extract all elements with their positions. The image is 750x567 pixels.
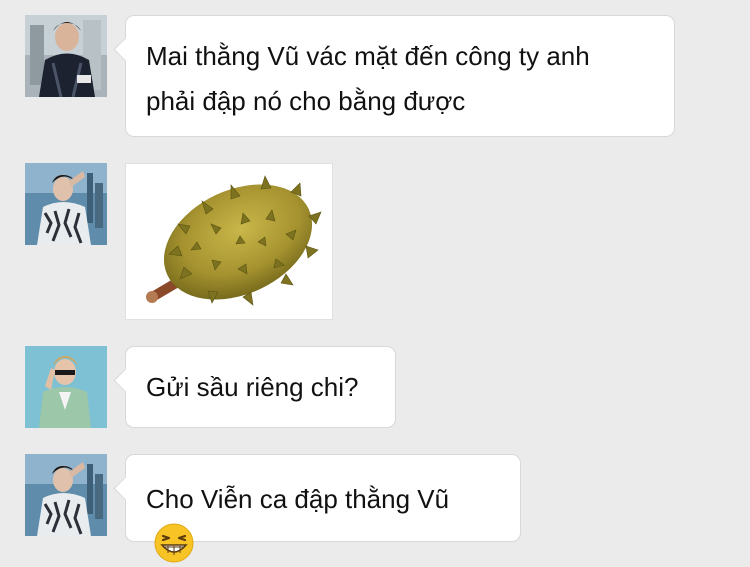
avatar[interactable]: [25, 346, 107, 428]
message-text: Gửi sầu riêng chi?: [146, 372, 359, 402]
avatar[interactable]: [25, 15, 107, 97]
avatar[interactable]: [25, 454, 107, 536]
message-row: Gửi sầu riêng chi?: [25, 346, 750, 428]
message-row: Mai thằng Vũ vác mặt đến công ty anh phả…: [25, 15, 750, 137]
grinning-squinting-emoji: [154, 523, 194, 563]
message-row: [25, 163, 750, 320]
message-bubble[interactable]: Cho Viễn ca đập thằng Vũ: [125, 454, 521, 563]
durian-image: [146, 175, 322, 306]
avatar[interactable]: [25, 163, 107, 245]
message-row: Cho Viễn ca đập thằng Vũ: [25, 454, 750, 563]
message-text: Mai thằng Vũ vác mặt đến công ty anh phả…: [146, 41, 590, 116]
message-bubble[interactable]: Mai thằng Vũ vác mặt đến công ty anh phả…: [125, 15, 675, 137]
message-text: Cho Viễn ca đập thằng Vũ: [146, 484, 450, 514]
message-bubble[interactable]: Gửi sầu riêng chi?: [125, 346, 396, 428]
shared-image[interactable]: [125, 163, 333, 320]
